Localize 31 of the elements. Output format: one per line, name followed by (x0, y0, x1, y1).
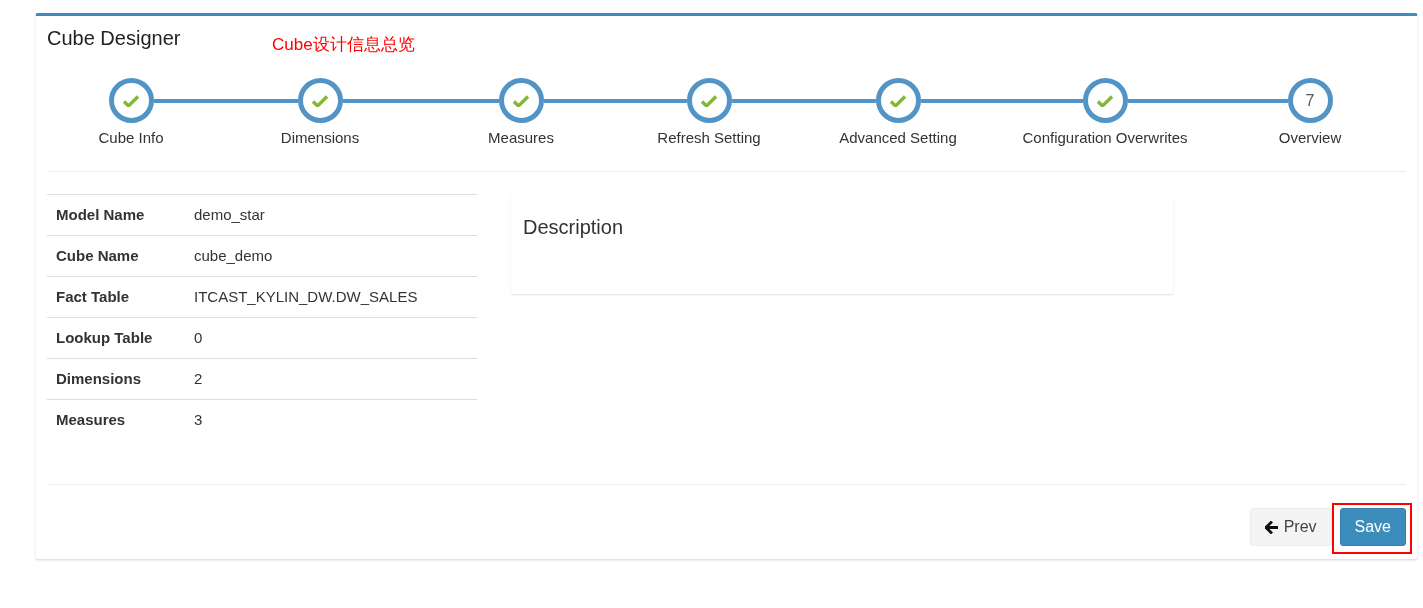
row-label: Dimensions (55, 368, 143, 389)
step-label: Cube Info (98, 128, 164, 148)
row-value: cube_demo (194, 245, 273, 266)
row-label: Measures (55, 410, 127, 431)
arrow-left-icon (1264, 520, 1278, 534)
row-value: demo_star (194, 204, 265, 225)
step-label: Overview (1278, 128, 1342, 148)
check-icon (513, 94, 529, 107)
check-icon (123, 94, 139, 107)
step-label: Advanced Setting (839, 128, 957, 148)
row-label: Cube Name (55, 245, 140, 266)
check-icon (890, 94, 906, 107)
description-title: Description (523, 216, 624, 238)
row-label: Model Name (55, 204, 146, 225)
card-title: Cube Designer (47, 27, 181, 49)
row-value: 0 (194, 327, 203, 348)
check-icon (1097, 94, 1113, 107)
row-label: Lookup Table (55, 327, 154, 348)
row-label: Fact Table (55, 286, 131, 307)
step-label: Refresh Setting (657, 128, 761, 148)
row-value: 3 (194, 410, 203, 431)
step-label: Measures (488, 128, 554, 148)
save-button[interactable]: Save (1339, 508, 1406, 546)
step-label: Dimensions (280, 128, 360, 148)
step-label: Configuration Overwrites (1022, 128, 1188, 148)
annotation-text: Cube设计信息总览 (272, 34, 415, 56)
check-icon (701, 94, 717, 107)
check-icon (312, 94, 328, 107)
prev-button[interactable]: Prev (1249, 508, 1332, 546)
row-value: ITCAST_KYLIN_DW.DW_SALES (194, 286, 418, 307)
row-value: 2 (194, 368, 203, 389)
